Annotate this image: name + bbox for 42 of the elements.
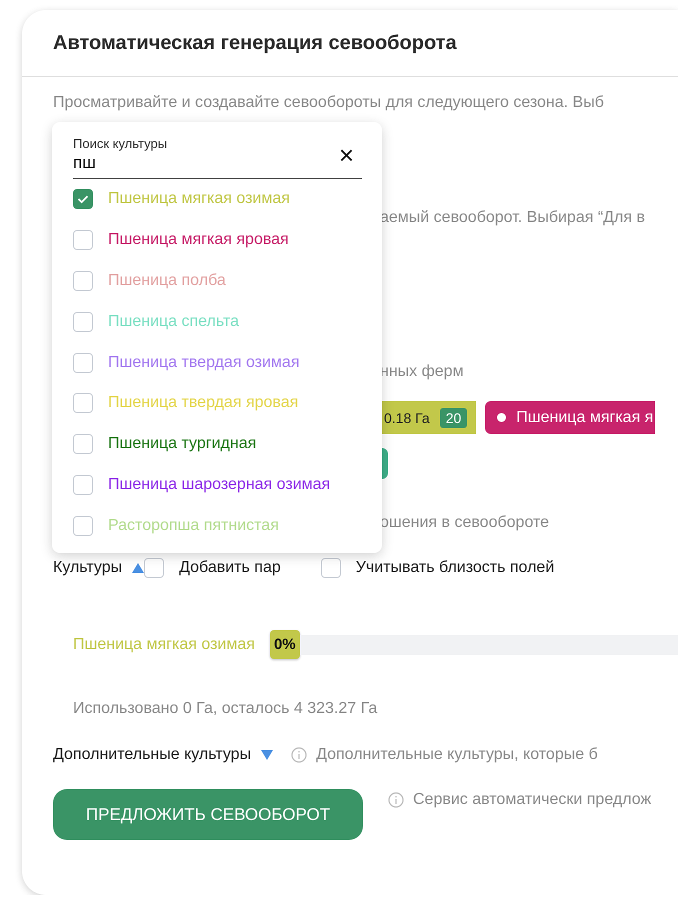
checkbox[interactable] [73, 516, 93, 536]
partial-text: ошения в севообороте [380, 514, 550, 531]
crop-text: Пшеница мягкая я [516, 408, 654, 426]
count-badge: 20 [440, 408, 468, 428]
info-icon [388, 792, 404, 808]
info-icon [291, 747, 308, 763]
crop-tag[interactable]: Пшеница мягкая я [485, 401, 656, 434]
percent-badge[interactable]: 0% [270, 630, 300, 659]
hint-text: Дополнительные культуры, которые б [316, 745, 598, 765]
crop-option[interactable]: Пшеница мягкая яровая [108, 231, 289, 250]
toggle-icon[interactable] [132, 563, 144, 573]
checkbox-label: Добавить пар [179, 558, 281, 578]
intro-text: Просматривайте и создавайте севообороты для следующего сезона. Выб [53, 93, 605, 113]
hint-text: Сервис автоматически предлож [413, 790, 652, 810]
checkbox[interactable] [73, 393, 93, 414]
checkbox[interactable] [73, 434, 93, 454]
checkbox[interactable] [73, 230, 93, 250]
area-text: 0.18 Га [384, 410, 430, 426]
suggest-button[interactable]: ПРЕДЛОЖИТЬ СЕВООБОРОТ [53, 789, 363, 840]
usage-text: Использовано 0 Га, осталось 4 323.27 Га [72, 699, 378, 719]
crop-option[interactable]: Пшеница тургидная [108, 435, 256, 454]
field-label: Поиск культуры [73, 135, 168, 152]
crop-option[interactable]: Пшеница шарозерная озимая [108, 476, 330, 494]
cultures-label: Культуры [53, 558, 122, 578]
checkbox[interactable] [73, 474, 93, 495]
checkbox[interactable] [73, 189, 93, 210]
checkbox[interactable] [73, 312, 93, 332]
checkbox[interactable] [73, 352, 93, 373]
dot-icon [497, 413, 506, 422]
dialog-title: Автоматическая генерация севооборота [53, 32, 457, 54]
field-value: пш [73, 152, 97, 174]
partial-text: аемый севооборот. Выбирая “Для в [380, 209, 645, 226]
checkbox-label: Учитывать близость полей [356, 558, 554, 578]
checkbox[interactable] [320, 558, 341, 578]
crop-name: Пшеница мягкая озимая [73, 636, 255, 654]
toggle-icon[interactable] [261, 750, 274, 760]
checkbox[interactable] [144, 558, 164, 578]
search-field[interactable]: Поиск культуры пш × [73, 135, 362, 179]
checkbox[interactable] [73, 270, 93, 291]
extra-cultures-label: Дополнительные культуры [53, 745, 252, 765]
crop-option[interactable]: Пшеница твердая озимая [108, 354, 300, 372]
close-icon[interactable]: × [338, 142, 354, 168]
